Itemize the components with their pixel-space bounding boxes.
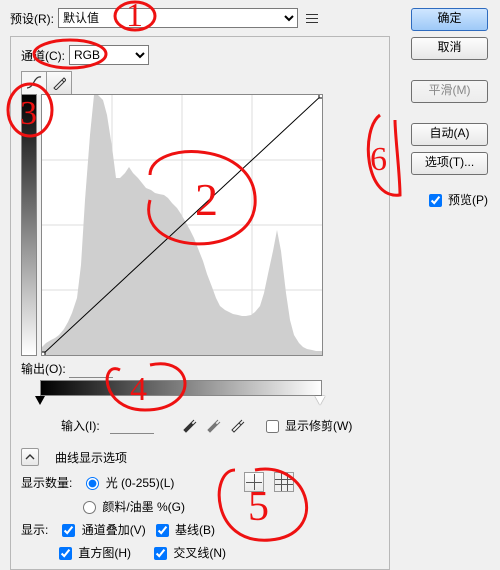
output-value[interactable] <box>69 361 113 378</box>
curve-graph[interactable] <box>41 94 323 356</box>
grid-9-icon[interactable] <box>274 472 294 492</box>
eyedropper-white-icon[interactable] <box>228 416 246 434</box>
chevron-up-icon <box>25 452 35 462</box>
show-overlay-check[interactable]: 通道叠加(V) <box>62 521 145 538</box>
output-label: 输出(O): <box>21 360 379 378</box>
input-gradient <box>40 380 322 396</box>
options-button[interactable]: 选项(T)... <box>411 152 488 175</box>
eyedropper-black-icon[interactable] <box>180 416 198 434</box>
curve-point-black[interactable] <box>42 352 45 355</box>
curve-tool-draw[interactable] <box>47 71 72 95</box>
black-point-slider[interactable] <box>35 396 45 405</box>
curve-point-white[interactable] <box>319 95 322 98</box>
show-baseline-check[interactable]: 基线(B) <box>156 521 215 538</box>
channel-label: 通道(C): <box>21 47 65 64</box>
white-point-slider[interactable] <box>315 396 325 405</box>
cancel-button[interactable]: 取消 <box>411 37 488 60</box>
preset-select[interactable]: 默认值 <box>58 8 298 28</box>
smooth-button: 平滑(M) <box>411 80 488 103</box>
eyedropper-gray-icon[interactable] <box>204 416 222 434</box>
input-label: 输入(I): <box>61 417 100 434</box>
show-intersect-check[interactable]: 交叉线(N) <box>154 544 226 561</box>
curve-tool-point[interactable] <box>21 71 47 95</box>
pencil-icon <box>52 76 66 90</box>
amount-light-radio[interactable]: 光 (0-255)(L) <box>86 474 174 491</box>
amount-label: 显示数量: <box>21 474 72 491</box>
preset-menu-icon[interactable] <box>304 10 320 26</box>
show-hist-check[interactable]: 直方图(H) <box>59 544 131 561</box>
curve-options-title: 曲线显示选项 <box>55 449 127 466</box>
curves-panel: 通道(C): RGB <box>10 36 390 570</box>
curve-icon <box>26 76 42 90</box>
show-clipping-checkbox[interactable]: 显示修剪(W) <box>266 417 353 434</box>
input-value[interactable] <box>110 417 154 434</box>
output-gradient <box>21 94 37 356</box>
auto-button[interactable]: 自动(A) <box>411 123 488 146</box>
show-label: 显示: <box>21 521 48 538</box>
channel-select[interactable]: RGB <box>69 45 149 65</box>
grid-4-icon[interactable] <box>244 472 264 492</box>
preview-checkbox[interactable]: 预览(P) <box>429 191 488 208</box>
ok-button[interactable]: 确定 <box>411 8 488 31</box>
preset-label: 预设(R): <box>10 10 54 27</box>
amount-pigment-radio[interactable]: 颜料/油墨 %(G) <box>83 498 185 515</box>
options-expander[interactable] <box>21 448 39 466</box>
